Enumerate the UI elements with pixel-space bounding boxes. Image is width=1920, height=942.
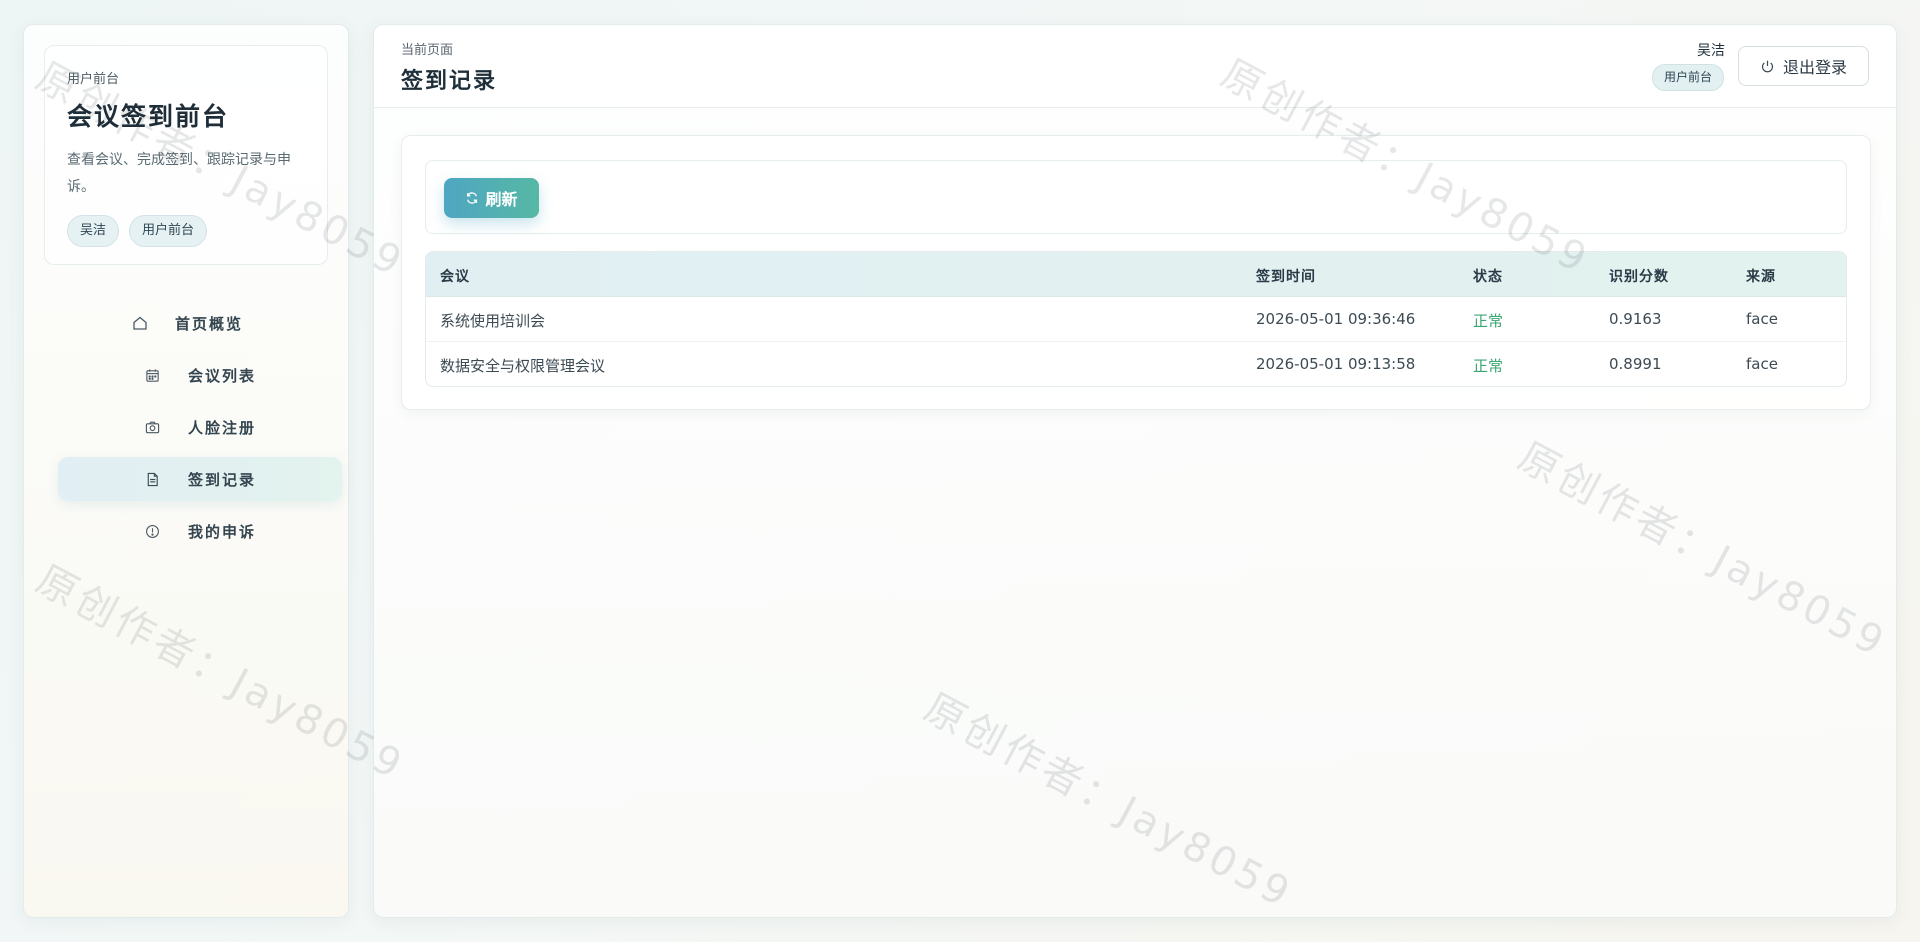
column-header-score[interactable]: 识别分数: [1609, 266, 1669, 286]
home-icon: [131, 314, 149, 332]
records-panel: 刷新 会议 签到时间 状态 识别分数 来源 系统使用培训会 2026-05-01…: [401, 135, 1871, 410]
power-icon: [1760, 59, 1775, 74]
alert-circle-icon: [143, 522, 161, 540]
checkin-records-table: 会议 签到时间 状态 识别分数 来源 系统使用培训会 2026-05-01 09…: [425, 251, 1847, 387]
cell-checkin-time: 2026-05-01 09:36:46: [1256, 310, 1416, 328]
sidebar-nav: 首页概览 会议列表 人脸注册 签到记录 我的申诉: [58, 301, 342, 561]
sidebar-item-label: 签到记录: [188, 470, 257, 489]
refresh-button[interactable]: 刷新: [444, 178, 539, 218]
table-header: 会议 签到时间 状态 识别分数 来源: [426, 252, 1846, 297]
sidebar-item-home[interactable]: 首页概览: [58, 301, 342, 345]
column-header-meeting[interactable]: 会议: [440, 266, 470, 286]
cell-meeting: 数据安全与权限管理会议: [440, 357, 606, 375]
sidebar-item-label: 首页概览: [175, 314, 244, 333]
sidebar-item-checkin-records[interactable]: 签到记录: [58, 457, 342, 501]
brand-description: 查看会议、完成签到、跟踪记录与申诉。: [67, 152, 291, 195]
logout-button[interactable]: 退出登录: [1738, 46, 1869, 86]
cell-status: 正常: [1473, 312, 1504, 330]
toolbar: 刷新: [425, 160, 1847, 234]
cell-status: 正常: [1473, 357, 1504, 375]
column-header-status[interactable]: 状态: [1473, 266, 1503, 286]
page-title: 签到记录: [401, 68, 498, 94]
cell-score: 0.8991: [1609, 355, 1662, 373]
logout-label: 退出登录: [1782, 60, 1847, 77]
column-header-checkin-time[interactable]: 签到时间: [1256, 266, 1316, 286]
breadcrumb: 当前页面: [401, 43, 454, 58]
cell-source: face: [1746, 355, 1778, 373]
refresh-label: 刷新: [485, 192, 518, 209]
sidebar-item-meetings[interactable]: 会议列表: [58, 353, 342, 397]
sidebar-item-label: 我的申诉: [188, 522, 257, 541]
role-chip: 用户前台: [129, 215, 208, 247]
user-chips: 吴洁 用户前台: [67, 215, 305, 247]
sidebar-item-label: 会议列表: [188, 366, 257, 385]
brand-title: 会议签到前台: [67, 102, 230, 131]
brand-card: 用户前台 会议签到前台 查看会议、完成签到、跟踪记录与申诉。 吴洁 用户前台: [44, 45, 328, 265]
cell-source: face: [1746, 310, 1778, 328]
sidebar: 用户前台 会议签到前台 查看会议、完成签到、跟踪记录与申诉。 吴洁 用户前台 首…: [23, 24, 349, 918]
cell-checkin-time: 2026-05-01 09:13:58: [1256, 355, 1416, 373]
sidebar-item-appeals[interactable]: 我的申诉: [58, 509, 342, 553]
column-header-source[interactable]: 来源: [1746, 266, 1776, 286]
user-name-chip: 吴洁: [67, 215, 120, 247]
role-badge: 用户前台: [1651, 64, 1724, 91]
user-name: 吴洁: [1697, 43, 1725, 59]
sidebar-item-label: 人脸注册: [188, 418, 257, 437]
table-row[interactable]: 数据安全与权限管理会议 2026-05-01 09:13:58 正常 0.899…: [426, 342, 1846, 386]
table-row[interactable]: 系统使用培训会 2026-05-01 09:36:46 正常 0.9163 fa…: [426, 297, 1846, 342]
document-icon: [143, 470, 161, 488]
calendar-icon: [143, 366, 161, 384]
cell-score: 0.9163: [1609, 310, 1662, 328]
camera-icon: [143, 418, 161, 436]
sidebar-item-face-register[interactable]: 人脸注册: [58, 405, 342, 449]
main-content: 当前页面 签到记录 吴洁 用户前台 退出登录 刷新 会议 签到时间 状态 识别分…: [373, 24, 1897, 918]
refresh-icon: [465, 191, 479, 205]
cell-meeting: 系统使用培训会: [440, 312, 546, 330]
brand-eyebrow: 用户前台: [67, 72, 120, 87]
top-header: 当前页面 签到记录 吴洁 用户前台 退出登录: [374, 25, 1896, 108]
